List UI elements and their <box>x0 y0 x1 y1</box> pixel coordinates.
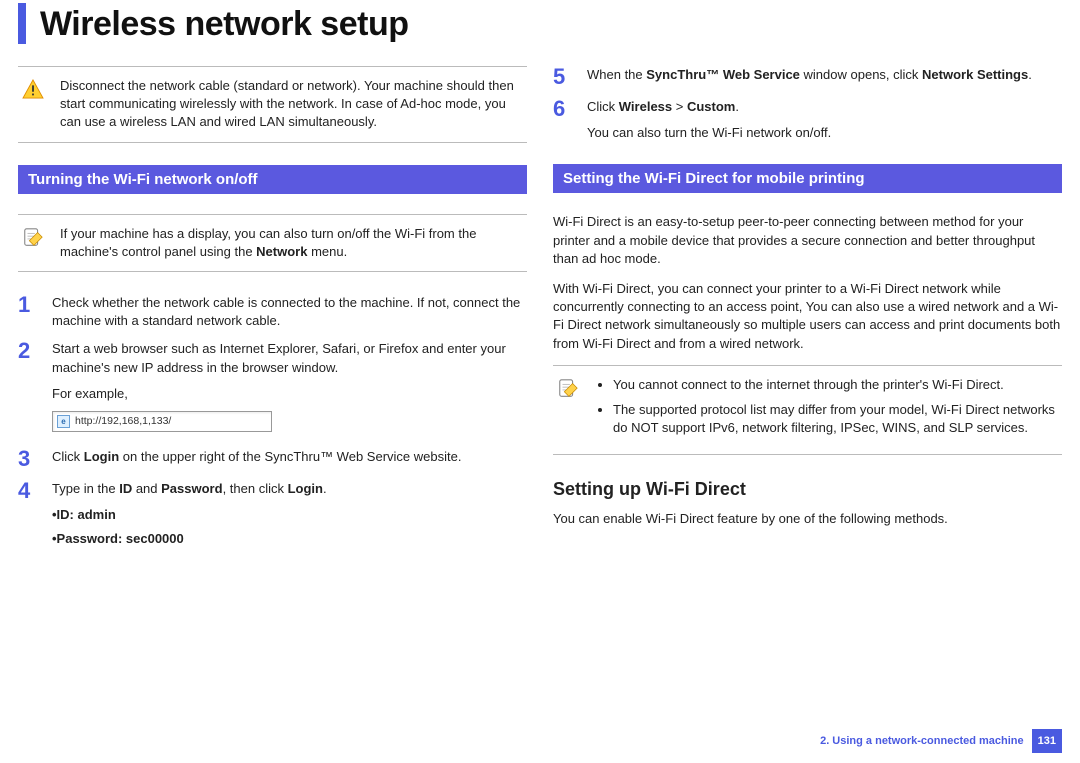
list-item: You cannot connect to the internet throu… <box>613 376 1058 395</box>
section-bar-wifi-onoff: Turning the Wi-Fi network on/off <box>18 165 527 194</box>
step-2: Start a web browser such as Internet Exp… <box>52 340 527 437</box>
step-2-example-label: For example, <box>52 385 527 403</box>
footer-page-number: 131 <box>1032 729 1062 753</box>
warning-icon <box>22 79 46 103</box>
info-box-wifi-direct-limits: You cannot connect to the internet throu… <box>553 365 1062 456</box>
right-column: When the SyncThru™ Web Service window op… <box>553 66 1062 558</box>
wifi-direct-intro-2: With Wi-Fi Direct, you can connect your … <box>553 280 1062 353</box>
url-example-box: e http://192,168,1,133/ <box>52 411 272 432</box>
credential-id: •ID: admin <box>52 506 527 524</box>
footer: 2. Using a network-connected machine 131 <box>820 729 1062 753</box>
note-text-control-panel: If your machine has a display, you can a… <box>60 225 523 261</box>
note-icon <box>557 378 581 402</box>
page-title: Wireless network setup <box>40 5 1062 44</box>
list-item: The supported protocol list may differ f… <box>613 401 1058 439</box>
credential-password: •Password: sec00000 <box>52 530 527 548</box>
steps-left: Check whether the network cable is conne… <box>18 294 527 548</box>
warning-text: Disconnect the network cable (standard o… <box>60 77 523 132</box>
section-bar-wifi-direct: Setting the Wi-Fi Direct for mobile prin… <box>553 164 1062 193</box>
wifi-direct-limit-list: You cannot connect to the internet throu… <box>595 376 1058 445</box>
url-text: http://192,168,1,133/ <box>75 414 171 429</box>
step-1: Check whether the network cable is conne… <box>52 294 527 330</box>
ie-icon: e <box>57 415 70 428</box>
steps-right-continued: When the SyncThru™ Web Service window op… <box>553 66 1062 142</box>
step-6: Click Wireless > Custom. You can also tu… <box>587 98 1062 142</box>
info-box-control-panel: If your machine has a display, you can a… <box>18 214 527 272</box>
step-4: Type in the ID and Password, then click … <box>52 480 527 549</box>
setup-wifi-direct-intro: You can enable Wi-Fi Direct feature by o… <box>553 510 1062 528</box>
step-3: Click Login on the upper right of the Sy… <box>52 448 527 466</box>
warning-box: Disconnect the network cable (standard o… <box>18 66 527 143</box>
left-column: Disconnect the network cable (standard o… <box>18 66 527 558</box>
wifi-direct-intro-1: Wi-Fi Direct is an easy-to-setup peer-to… <box>553 213 1062 268</box>
note-icon <box>22 227 46 251</box>
subheading-setup-wifi-direct: Setting up Wi-Fi Direct <box>553 479 1062 500</box>
step-6-subtext: You can also turn the Wi-Fi network on/o… <box>587 124 1062 142</box>
step-5: When the SyncThru™ Web Service window op… <box>587 66 1062 84</box>
footer-chapter-label: 2. Using a network-connected machine <box>820 735 1024 747</box>
